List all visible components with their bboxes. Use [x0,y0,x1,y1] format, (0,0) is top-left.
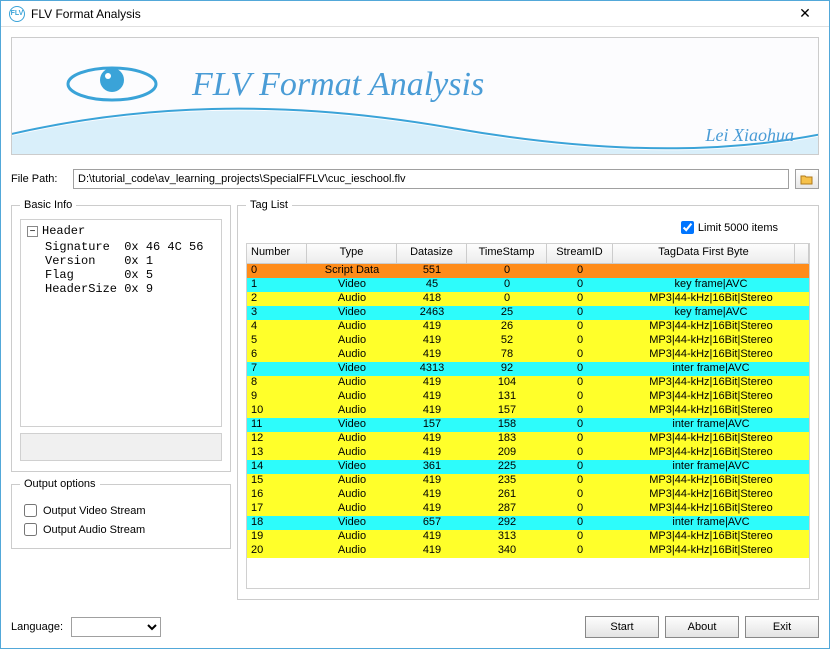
close-icon[interactable]: ✕ [785,4,825,24]
table-row[interactable]: 11Video1571580inter frame|AVC [247,418,809,432]
table-row[interactable]: 8Audio4191040MP3|44-kHz|16Bit|Stereo [247,376,809,390]
header-streamid[interactable]: StreamID [547,244,613,263]
folder-open-icon [800,173,814,185]
table-row[interactable]: 18Video6572920inter frame|AVC [247,516,809,530]
taglist-group: Tag List Limit 5000 items Number Type Da… [237,199,819,600]
tree-collapse-icon[interactable]: − [27,226,38,237]
table-row[interactable]: 1Video4500key frame|AVC [247,278,809,292]
banner: FLV Format Analysis Lei Xiaohua [11,37,819,155]
output-audio-checkbox[interactable] [24,523,37,536]
app-icon: FLV [9,6,25,22]
table-row[interactable]: 3Video2463250key frame|AVC [247,306,809,320]
table-header: Number Type Datasize TimeStamp StreamID … [247,244,809,264]
taglist-legend: Tag List [246,199,292,211]
table-row[interactable]: 12Audio4191830MP3|44-kHz|16Bit|Stereo [247,432,809,446]
tree-root[interactable]: −Header [23,224,219,238]
header-datasize[interactable]: Datasize [397,244,467,263]
basic-info-detail-box [20,433,222,461]
filepath-row: File Path: [11,169,819,189]
output-options-group: Output options Output Video Stream Outpu… [11,478,231,549]
language-label: Language: [11,621,63,633]
banner-author: Lei Xiaohua [706,125,795,146]
table-row[interactable]: 17Audio4192870MP3|44-kHz|16Bit|Stereo [247,502,809,516]
app-window: FLV FLV Format Analysis ✕ FLV Format Ana… [0,0,830,649]
browse-button[interactable] [795,169,819,189]
table-row[interactable]: 13Audio4192090MP3|44-kHz|16Bit|Stereo [247,446,809,460]
table-row[interactable]: 20Audio4193400MP3|44-kHz|16Bit|Stereo [247,544,809,558]
bottom-bar: Language: Start About Exit [1,610,829,648]
table-row[interactable]: 10Audio4191570MP3|44-kHz|16Bit|Stereo [247,404,809,418]
left-column: Basic Info −Header Signature 0x 46 4C 56… [11,199,231,600]
titlebar: FLV FLV Format Analysis ✕ [1,1,829,27]
tree-root-label: Header [42,224,85,238]
output-video-label: Output Video Stream [43,505,146,517]
output-video-checkbox[interactable] [24,504,37,517]
window-title: FLV Format Analysis [31,7,785,21]
about-button[interactable]: About [665,616,739,638]
content-area: File Path: Basic Info −Header Signature … [1,155,829,610]
table-row[interactable]: 6Audio419780MP3|44-kHz|16Bit|Stereo [247,348,809,362]
filepath-input[interactable] [73,169,789,189]
limit-checkbox[interactable] [681,221,694,234]
table-row[interactable]: 7Video4313920inter frame|AVC [247,362,809,376]
header-tree[interactable]: −Header Signature 0x 46 4C 56Version 0x … [20,219,222,427]
table-body[interactable]: 0Script Data551001Video4500key frame|AVC… [247,264,809,588]
limit-label: Limit 5000 items [698,222,778,234]
filepath-label: File Path: [11,173,67,185]
tree-item[interactable]: Flag 0x 5 [23,268,219,282]
header-spacer [795,244,809,263]
language-select[interactable] [71,617,161,637]
basic-info-group: Basic Info −Header Signature 0x 46 4C 56… [11,199,231,472]
banner-title: FLV Format Analysis [192,66,484,104]
table-row[interactable]: 9Audio4191310MP3|44-kHz|16Bit|Stereo [247,390,809,404]
header-timestamp[interactable]: TimeStamp [467,244,547,263]
header-firstbyte[interactable]: TagData First Byte [613,244,795,263]
exit-button[interactable]: Exit [745,616,819,638]
table-row[interactable]: 2Audio41800MP3|44-kHz|16Bit|Stereo [247,292,809,306]
start-button[interactable]: Start [585,616,659,638]
tree-item[interactable]: Signature 0x 46 4C 56 [23,240,219,254]
table-row[interactable]: 14Video3612250inter frame|AVC [247,460,809,474]
output-options-legend: Output options [20,478,100,490]
table-row[interactable]: 16Audio4192610MP3|44-kHz|16Bit|Stereo [247,488,809,502]
table-row[interactable]: 0Script Data55100 [247,264,809,278]
basic-info-legend: Basic Info [20,199,76,211]
table-row[interactable]: 19Audio4193130MP3|44-kHz|16Bit|Stereo [247,530,809,544]
table-row[interactable]: 15Audio4192350MP3|44-kHz|16Bit|Stereo [247,474,809,488]
output-audio-label: Output Audio Stream [43,524,145,536]
table-row[interactable]: 5Audio419520MP3|44-kHz|16Bit|Stereo [247,334,809,348]
main-row: Basic Info −Header Signature 0x 46 4C 56… [11,199,819,600]
limit-label-wrap[interactable]: Limit 5000 items [681,221,778,234]
header-type[interactable]: Type [307,244,397,263]
table-row[interactable]: 4Audio419260MP3|44-kHz|16Bit|Stereo [247,320,809,334]
header-number[interactable]: Number [247,244,307,263]
taglist-table: Number Type Datasize TimeStamp StreamID … [246,243,810,589]
tree-item[interactable]: Version 0x 1 [23,254,219,268]
tree-item[interactable]: HeaderSize 0x 9 [23,282,219,296]
